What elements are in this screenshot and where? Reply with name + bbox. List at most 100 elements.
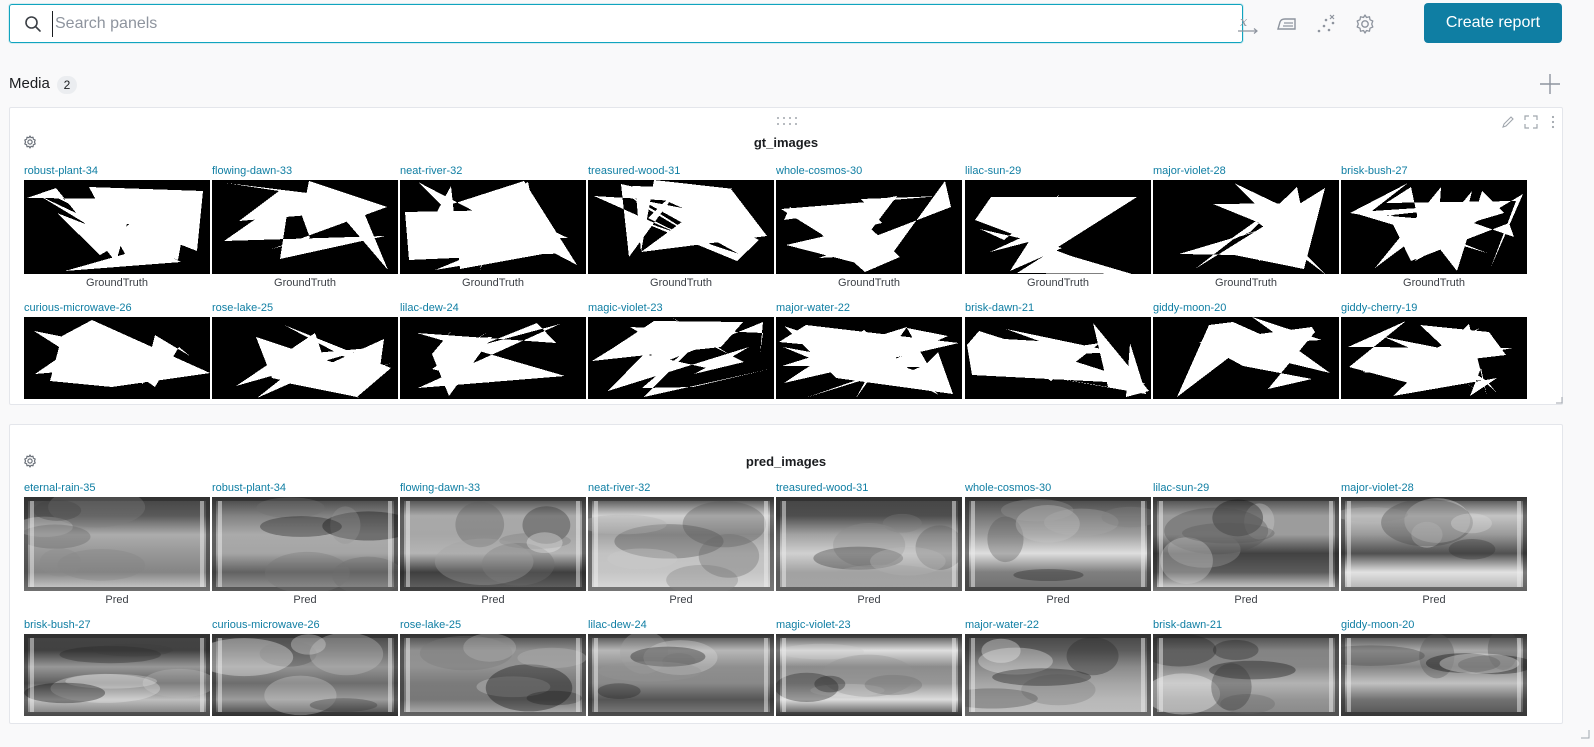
run-name-link[interactable]: neat-river-32	[588, 481, 774, 495]
resize-handle-icon[interactable]	[1555, 396, 1563, 404]
media-image[interactable]	[212, 180, 398, 274]
run-name-link[interactable]: flowing-dawn-33	[212, 164, 398, 178]
run-name-link[interactable]: major-water-22	[776, 301, 962, 315]
media-image[interactable]	[400, 634, 586, 716]
run-name-link[interactable]: major-violet-28	[1341, 481, 1527, 495]
media-cell[interactable]: lilac-dew-24	[588, 618, 774, 716]
media-cell[interactable]: eternal-rain-35 Pred	[24, 481, 210, 608]
media-image[interactable]	[965, 497, 1151, 591]
run-name-link[interactable]: curious-microwave-26	[212, 618, 398, 632]
media-cell[interactable]: brisk-bush-27 GroundTruth	[1341, 164, 1527, 291]
media-image[interactable]	[400, 497, 586, 591]
media-image[interactable]	[588, 634, 774, 716]
media-image[interactable]	[24, 317, 210, 399]
fullscreen-icon[interactable]	[1523, 114, 1539, 130]
media-cell[interactable]: giddy-cherry-19	[1341, 301, 1527, 399]
media-image[interactable]	[1153, 634, 1339, 716]
edit-icon[interactable]	[1500, 114, 1516, 130]
run-name-link[interactable]: magic-violet-23	[588, 301, 774, 315]
media-cell[interactable]: rose-lake-25	[212, 301, 398, 399]
gear-icon[interactable]	[1353, 12, 1377, 36]
media-cell[interactable]: robust-plant-34 Pred	[212, 481, 398, 608]
resize-handle-icon[interactable]	[1580, 729, 1590, 739]
run-name-link[interactable]: whole-cosmos-30	[776, 164, 962, 178]
media-cell[interactable]: major-water-22	[965, 618, 1151, 716]
run-name-link[interactable]: lilac-dew-24	[400, 301, 586, 315]
media-image[interactable]	[1341, 317, 1527, 399]
media-cell[interactable]: brisk-dawn-21	[1153, 618, 1339, 716]
media-cell[interactable]: whole-cosmos-30 GroundTruth	[776, 164, 962, 291]
run-name-link[interactable]: major-water-22	[965, 618, 1151, 632]
run-name-link[interactable]: brisk-dawn-21	[965, 301, 1151, 315]
media-cell[interactable]: giddy-moon-20	[1153, 301, 1339, 399]
run-name-link[interactable]: curious-microwave-26	[24, 301, 210, 315]
media-cell[interactable]: giddy-moon-20	[1341, 618, 1527, 716]
media-image[interactable]	[1341, 180, 1527, 274]
media-cell[interactable]: magic-violet-23	[776, 618, 962, 716]
run-name-link[interactable]: giddy-moon-20	[1341, 618, 1527, 632]
run-name-link[interactable]: flowing-dawn-33	[400, 481, 586, 495]
media-image[interactable]	[776, 317, 962, 399]
media-cell[interactable]: treasured-wood-31 GroundTruth	[588, 164, 774, 291]
media-cell[interactable]: brisk-dawn-21	[965, 301, 1151, 399]
media-cell[interactable]: major-water-22	[776, 301, 962, 399]
media-image[interactable]	[1153, 317, 1339, 399]
media-image[interactable]	[212, 497, 398, 591]
create-report-button[interactable]: Create report	[1424, 3, 1562, 43]
media-image[interactable]	[588, 497, 774, 591]
media-cell[interactable]: curious-microwave-26	[24, 301, 210, 399]
run-name-link[interactable]: brisk-bush-27	[24, 618, 210, 632]
media-cell[interactable]: rose-lake-25	[400, 618, 586, 716]
media-image[interactable]	[776, 180, 962, 274]
run-name-link[interactable]: major-violet-28	[1153, 164, 1339, 178]
media-cell[interactable]: lilac-dew-24	[400, 301, 586, 399]
iron-icon[interactable]	[1275, 12, 1299, 36]
media-image[interactable]	[24, 180, 210, 274]
media-image[interactable]	[24, 634, 210, 716]
search-input[interactable]	[52, 11, 1222, 37]
media-image[interactable]	[212, 634, 398, 716]
run-name-link[interactable]: treasured-wood-31	[776, 481, 962, 495]
media-image[interactable]	[588, 317, 774, 399]
add-panel-icon[interactable]	[1538, 72, 1562, 96]
media-image[interactable]	[1153, 497, 1339, 591]
run-name-link[interactable]: treasured-wood-31	[588, 164, 774, 178]
run-name-link[interactable]: eternal-rain-35	[24, 481, 210, 495]
drag-handle-icon[interactable]	[776, 116, 798, 126]
media-cell[interactable]: major-violet-28 GroundTruth	[1153, 164, 1339, 291]
x-axis-icon[interactable]: x	[1236, 12, 1260, 36]
run-name-link[interactable]: brisk-dawn-21	[1153, 618, 1339, 632]
media-image[interactable]	[1153, 180, 1339, 274]
media-cell[interactable]: neat-river-32 GroundTruth	[400, 164, 586, 291]
run-name-link[interactable]: giddy-cherry-19	[1341, 301, 1527, 315]
media-image[interactable]	[965, 317, 1151, 399]
media-cell[interactable]: lilac-sun-29 Pred	[1153, 481, 1339, 608]
run-name-link[interactable]: robust-plant-34	[212, 481, 398, 495]
media-cell[interactable]: brisk-bush-27	[24, 618, 210, 716]
media-cell[interactable]: major-violet-28 Pred	[1341, 481, 1527, 608]
media-image[interactable]	[400, 317, 586, 399]
run-name-link[interactable]: lilac-sun-29	[965, 164, 1151, 178]
media-cell[interactable]: whole-cosmos-30 Pred	[965, 481, 1151, 608]
media-cell[interactable]: curious-microwave-26	[212, 618, 398, 716]
run-name-link[interactable]: robust-plant-34	[24, 164, 210, 178]
media-image[interactable]	[965, 180, 1151, 274]
run-name-link[interactable]: whole-cosmos-30	[965, 481, 1151, 495]
media-cell[interactable]: flowing-dawn-33 GroundTruth	[212, 164, 398, 291]
media-image[interactable]	[212, 317, 398, 399]
media-image[interactable]	[776, 497, 962, 591]
media-cell[interactable]: robust-plant-34 GroundTruth	[24, 164, 210, 291]
run-name-link[interactable]: lilac-sun-29	[1153, 481, 1339, 495]
media-image[interactable]	[400, 180, 586, 274]
media-cell[interactable]: treasured-wood-31 Pred	[776, 481, 962, 608]
run-name-link[interactable]: giddy-moon-20	[1153, 301, 1339, 315]
media-image[interactable]	[588, 180, 774, 274]
run-name-link[interactable]: lilac-dew-24	[588, 618, 774, 632]
media-image[interactable]	[776, 634, 962, 716]
section-title[interactable]: Media	[9, 75, 50, 92]
scatter-icon[interactable]	[1314, 12, 1338, 36]
search-bar[interactable]	[9, 4, 1243, 43]
run-name-link[interactable]: magic-violet-23	[776, 618, 962, 632]
run-name-link[interactable]: neat-river-32	[400, 164, 586, 178]
media-image[interactable]	[24, 497, 210, 591]
